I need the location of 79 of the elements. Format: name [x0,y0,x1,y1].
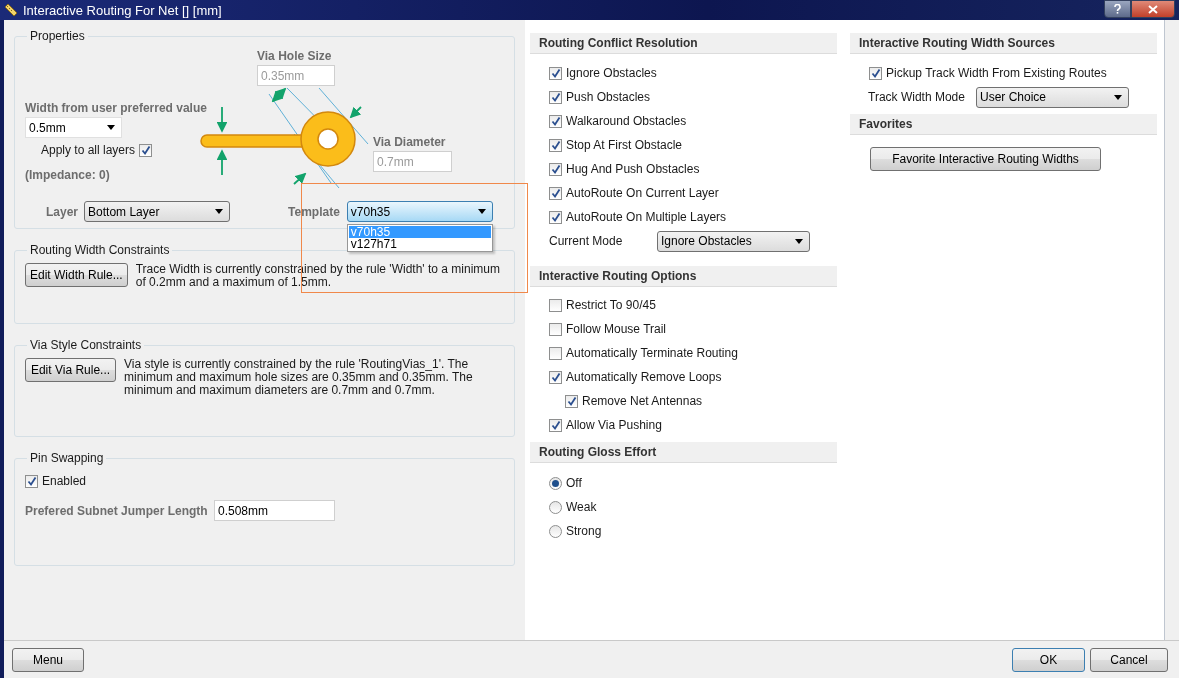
group-title: Via Style Constraints [29,338,143,352]
checkbox-label: AutoRoute On Current Layer [566,186,719,200]
section-header: Routing Conflict Resolution [530,33,837,54]
close-icon [1148,4,1158,14]
checkbox-label: Enabled [42,474,87,488]
edit-rule-button[interactable]: Edit Via Rule... [25,358,116,382]
checkbox[interactable] [549,370,562,384]
checkbox[interactable] [139,143,153,157]
radio-label: Weak [566,500,597,514]
field-label: Via Diameter [373,135,447,149]
caret-icon [107,125,115,130]
checkbox-label: Follow Mouse Trail [566,322,667,336]
dropdown[interactable]: Ignore Obstacles [657,230,810,252]
caret-icon [1114,94,1122,100]
help-button[interactable] [1104,0,1131,18]
input-field[interactable]: 0.508mm [214,500,335,521]
checkbox[interactable] [549,298,562,312]
checkbox-label: Automatically Terminate Routing [566,346,738,360]
close-button[interactable] [1131,0,1175,18]
cancel-button[interactable]: Cancel [1090,647,1168,672]
window-title: Interactive Routing For Net [] [mm] [23,2,222,18]
checkbox-label: AutoRoute On Multiple Layers [566,210,727,224]
menu-button[interactable]: Menu [12,647,84,672]
checkbox-label: Automatically Remove Loops [566,370,722,384]
constraint-description: Via style is currently constrained by the rule 'RoutingVias_1'. The minimum and maximum hole sizes are 0.35mm and 0.35mm. The minimum and maximum diameters are 0.7mm and 0.7mm. [124,358,474,397]
checkbox-label: Ignore Obstacles [566,66,657,80]
group-title: Properties [29,29,86,43]
group-title: Routing Width Constraints [29,243,171,257]
checkbox[interactable] [549,322,562,336]
group-title: Pin Swapping [29,451,105,465]
checkbox[interactable] [549,66,562,80]
checkbox-label: Allow Via Pushing [566,418,662,432]
ruler-pencil-icon [4,3,18,17]
section-header: Interactive Routing Options [530,266,837,287]
field-label: Layer [46,204,79,219]
radio-button[interactable] [549,524,562,538]
checkbox[interactable] [549,90,562,104]
checkbox-label: Apply to all layers [41,143,136,157]
checkbox-label: Restrict To 90/45 [566,298,656,312]
field-label: Via Hole Size [257,49,333,63]
checkbox[interactable] [549,114,562,128]
checkbox[interactable] [549,210,562,224]
caret-icon [477,209,486,214]
checkbox[interactable] [549,418,562,432]
field-label: Prefered Subnet Jumper Length [25,503,209,518]
section-header: Favorites [850,114,1157,135]
checkbox[interactable] [549,138,562,152]
checkbox-label: Stop At First Obstacle [566,138,683,152]
dropdown[interactable]: Bottom Layer [84,201,231,222]
checkbox-label: Hug And Push Obstacles [566,162,700,176]
field-label: Track Width Mode [868,90,966,104]
edit-rule-button[interactable]: Edit Width Rule... [25,263,128,287]
checkbox[interactable] [549,346,562,360]
dropdown[interactable]: 0.5mm [25,117,122,138]
ok-button[interactable]: OK [1012,647,1085,672]
dropdown[interactable]: User Choice [976,86,1129,108]
caret-icon [215,209,224,214]
checkbox[interactable] [549,186,562,200]
field-label: Current Mode [549,234,624,248]
section-header: Routing Gloss Effort [530,442,837,463]
radio-label: Strong [566,524,602,538]
favorite-widths-button[interactable]: Favorite Interactive Routing Widths [870,147,1101,171]
checkbox-label: Push Obstacles [566,90,651,104]
dropdown[interactable]: v70h35 [346,201,493,222]
checkbox[interactable] [869,66,882,80]
radio-button[interactable] [549,476,562,490]
section-header: Interactive Routing Width Sources [850,33,1157,54]
question-mark-icon [1114,4,1121,14]
caret-icon [795,238,803,244]
checkbox[interactable] [549,162,562,176]
radio-button[interactable] [549,500,562,514]
impedance-text: (Impedance: 0) [25,168,111,182]
checkbox[interactable] [565,394,578,408]
checkbox-label: Pickup Track Width From Existing Routes [886,66,1107,80]
checkbox-label: Remove Net Antennas [582,394,703,408]
radio-label: Off [566,476,582,490]
checkbox-label: Walkaround Obstacles [566,114,687,128]
checkbox[interactable] [25,474,38,488]
field-label: Width from user preferred value [25,101,207,115]
